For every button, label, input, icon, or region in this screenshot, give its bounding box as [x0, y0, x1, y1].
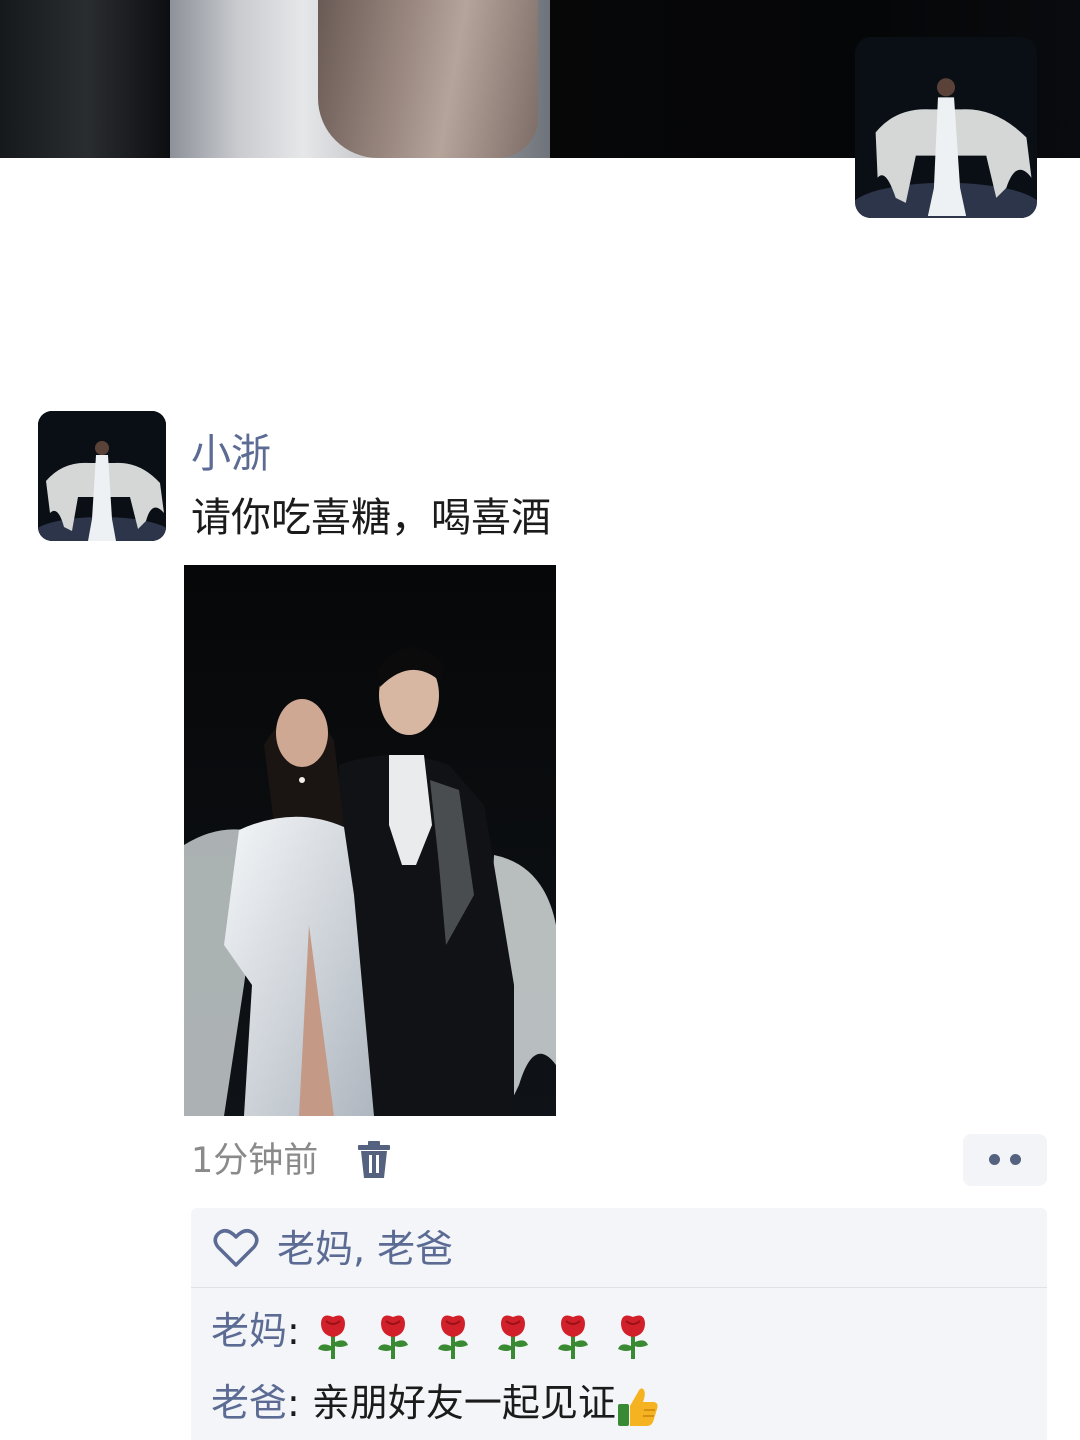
- comment-separator: :: [287, 1381, 312, 1425]
- rose-icon: [378, 1315, 408, 1359]
- rose-icon: [438, 1315, 469, 1359]
- more-actions-button[interactable]: [963, 1134, 1047, 1186]
- rose-emoji-row: [312, 1307, 660, 1361]
- author-avatar-image: [38, 411, 166, 541]
- rose-icon: [558, 1315, 589, 1359]
- author-avatar[interactable]: [38, 411, 166, 541]
- comment-author[interactable]: 老妈: [211, 1309, 287, 1353]
- likes-row: 老妈, 老爸: [191, 1208, 1047, 1288]
- likes-comments-panel: 老妈, 老爸 老妈: 老爸: 亲朋好友一起见证: [191, 1208, 1047, 1440]
- comment-item[interactable]: 老妈:: [211, 1304, 660, 1361]
- comment-text: 亲朋好友一起见证: [311, 1381, 616, 1425]
- rose-icon: [498, 1315, 529, 1359]
- rose-icon: [317, 1315, 348, 1359]
- post-timestamp: 1分钟前: [191, 1141, 319, 1181]
- profile-avatar[interactable]: [855, 37, 1037, 218]
- wedding-photo-image: [184, 565, 556, 1116]
- cover-figure: [318, 0, 538, 158]
- post-text: 请你吃喜糖，喝喜酒: [191, 495, 551, 541]
- heart-icon: [213, 1229, 259, 1267]
- comment-item[interactable]: 老爸: 亲朋好友一起见证: [211, 1376, 660, 1430]
- trash-icon: [358, 1141, 390, 1178]
- comment-separator: :: [287, 1309, 312, 1353]
- more-dots-icon: [989, 1154, 1000, 1165]
- post-photo[interactable]: [184, 565, 556, 1116]
- more-dots-icon: [1010, 1154, 1021, 1165]
- comment-author[interactable]: 老爸: [211, 1381, 287, 1425]
- post-author-name[interactable]: 小浙: [191, 424, 271, 484]
- thumbs-up-icon: [617, 1387, 658, 1426]
- rose-icon: [618, 1315, 649, 1359]
- likes-names[interactable]: 老妈, 老爸: [277, 1222, 453, 1276]
- delete-button[interactable]: [356, 1140, 392, 1180]
- profile-avatar-image: [855, 37, 1037, 218]
